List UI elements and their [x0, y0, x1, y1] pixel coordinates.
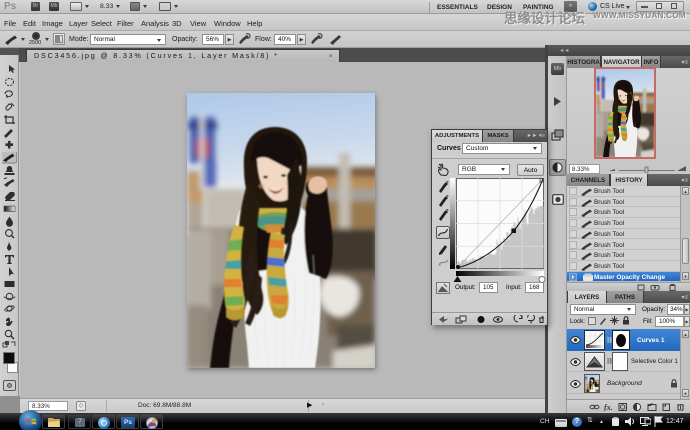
- svg-text:fx.: fx.: [604, 403, 613, 411]
